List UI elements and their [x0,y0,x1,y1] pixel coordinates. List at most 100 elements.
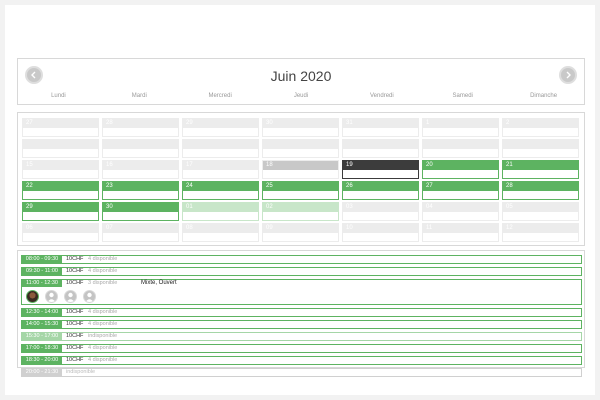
day-cell[interactable]: 06 [22,223,99,242]
day-cell[interactable]: 26 [342,181,419,200]
day-number: 30 [266,120,273,126]
day-header [183,140,258,149]
time-slot[interactable]: 15:30 - 17:00 10CHF indisponible [21,332,582,341]
empty-player-slot-icon[interactable] [45,290,58,303]
slot-time: 09:30 - 11:00 [22,268,62,275]
slot-time: 18:30 - 20:00 [22,357,62,364]
day-cell[interactable]: 1 [422,118,499,137]
day-cell[interactable]: 20 [422,160,499,179]
booking-page: Juin 2020 Lundi Mardi Mercredi Jeudi Vendred… [5,5,595,395]
day-number: 20 [426,162,433,168]
day-header [23,182,98,191]
weekday-label: Vendredi [370,93,394,99]
day-cell[interactable]: 07 [102,223,179,242]
day-cell[interactable] [22,139,99,158]
day-cell[interactable] [182,139,259,158]
day-cell[interactable]: 28 [102,118,179,137]
day-cell[interactable]: 31 [342,118,419,137]
day-header [183,203,258,212]
slot-price: 10CHF [66,256,84,262]
day-cell[interactable]: 28 [502,181,579,200]
day-cell[interactable]: 02 [262,202,339,221]
weekday-labels: Lundi Mardi Mercredi Jeudi Vendredi Samedi Dim… [18,93,584,99]
slot-price: 10CHF [66,268,84,274]
day-header [503,140,578,149]
day-cell[interactable]: 27 [22,118,99,137]
day-cell[interactable]: 22 [22,181,99,200]
slot-availability: indisponible [88,333,118,339]
slot-time: 11:00 - 12:30 [22,280,62,287]
slot-time: 08:00 - 09:30 [22,256,62,263]
day-cell[interactable]: 17 [182,160,259,179]
day-cell[interactable]: 05 [502,202,579,221]
day-cell[interactable]: 29 [22,202,99,221]
day-cell[interactable]: 03 [342,202,419,221]
day-cell[interactable] [102,139,179,158]
day-cell[interactable]: 09 [262,223,339,242]
day-cell[interactable]: 01 [182,202,259,221]
time-slot[interactable]: 12:30 - 14:00 10CHF 4 disponible [21,308,582,317]
slot-time: 12:30 - 14:00 [22,309,62,316]
slot-availability: 4 disponible [88,357,118,363]
day-cell[interactable]: 23 [102,181,179,200]
day-number: 08 [186,225,193,231]
day-cell[interactable]: 24 [182,181,259,200]
day-cell[interactable]: 12 [502,223,579,242]
day-number: 24 [186,183,193,189]
day-header [503,182,578,191]
day-cell[interactable]: 08 [182,223,259,242]
time-slot[interactable]: 20:00 - 21:30 indisponible [21,368,582,377]
day-number: 29 [186,120,193,126]
time-slot[interactable]: 11:00 - 12:30 10CHF 3 disponible Mixte, Ouv… [21,279,582,305]
day-cell[interactable]: 15 [22,160,99,179]
time-slot[interactable]: 17:00 - 18:30 10CHF 4 disponible [21,344,582,353]
day-cell[interactable] [422,139,499,158]
day-cell[interactable]: 19 [342,160,419,179]
day-cell[interactable] [502,139,579,158]
day-cell[interactable]: 2 [502,118,579,137]
time-slot[interactable]: 18:30 - 20:00 10CHF 4 disponible [21,356,582,365]
time-slot[interactable]: 14:00 - 15:30 10CHF 4 disponible [21,320,582,329]
slot-time: 14:00 - 15:30 [22,321,62,328]
empty-player-slot-icon[interactable] [83,290,96,303]
player-avatar[interactable] [26,290,39,303]
day-cell[interactable]: 10 [342,223,419,242]
empty-player-slot-icon[interactable] [64,290,77,303]
day-cell[interactable]: 21 [502,160,579,179]
day-header [503,161,578,170]
day-header [23,203,98,212]
day-header [263,182,338,191]
slot-availability: 3 disponible [88,280,118,286]
day-cell[interactable]: 11 [422,223,499,242]
day-number: 17 [186,162,193,168]
day-header [103,203,178,212]
day-header [503,224,578,233]
time-slot[interactable]: 09:30 - 11:00 10CHF 4 disponible [21,267,582,276]
day-cell[interactable]: 29 [182,118,259,137]
day-cell[interactable]: 30 [102,202,179,221]
day-cell[interactable]: 27 [422,181,499,200]
day-header [183,161,258,170]
day-cell[interactable]: 18 [262,160,339,179]
slot-availability: 4 disponible [88,309,118,315]
time-slot[interactable]: 08:00 - 09:30 10CHF 4 disponible [21,255,582,264]
day-cell[interactable]: 30 [262,118,339,137]
day-cell[interactable] [262,139,339,158]
day-number: 22 [26,183,33,189]
player-list [26,290,102,303]
slot-time: 20:00 - 21:30 [22,369,62,376]
day-header [183,224,258,233]
weekday-label: Lundi [51,93,66,99]
day-header [263,140,338,149]
day-cell[interactable] [342,139,419,158]
calendar-header: Juin 2020 Lundi Mardi Mercredi Jeudi Vendred… [17,58,585,105]
day-header [23,140,98,149]
day-cell[interactable]: 25 [262,181,339,200]
day-number: 25 [266,183,273,189]
day-number: 01 [186,204,193,210]
weekday-label: Jeudi [293,93,309,99]
day-header [343,224,418,233]
day-cell[interactable]: 04 [422,202,499,221]
day-cell[interactable]: 16 [102,160,179,179]
next-month-button[interactable] [559,66,577,84]
